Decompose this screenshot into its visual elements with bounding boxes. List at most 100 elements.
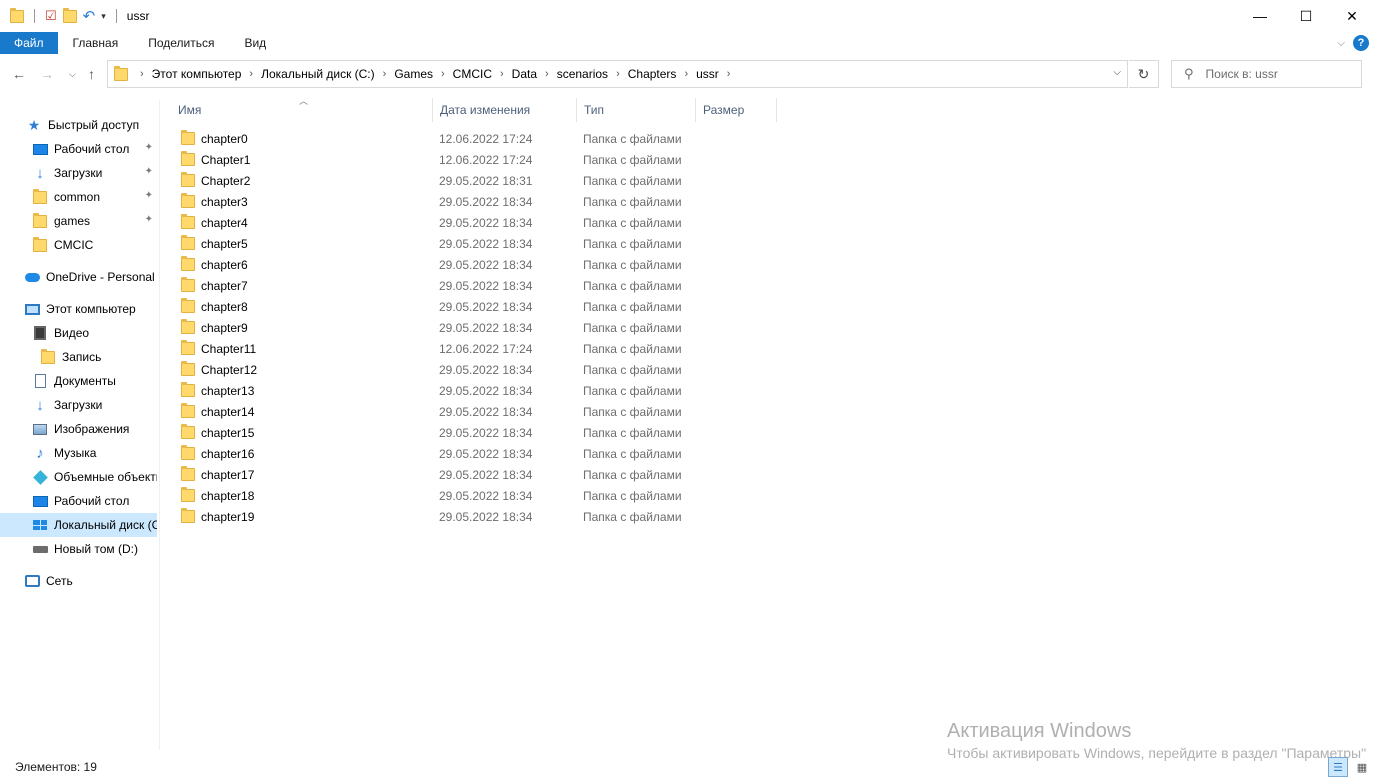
table-row[interactable]: chapter3 29.05.2022 18:34 Папка с файлами [171, 191, 691, 212]
table-row[interactable]: Chapter12 29.05.2022 18:34 Папка с файлами [171, 359, 691, 380]
search-input[interactable]: ⚲ Поиск в: ussr [1171, 60, 1362, 88]
large-icons-view-button[interactable]: ▦ [1352, 757, 1372, 777]
table-row[interactable]: chapter14 29.05.2022 18:34 Папка с файлами [171, 401, 691, 422]
pin-icon[interactable]: ✦ [145, 214, 153, 225]
sidebar-item-new-volume-d[interactable]: Новый том (D:) [0, 538, 157, 560]
pin-icon[interactable]: ✦ [145, 166, 153, 177]
help-icon[interactable]: ? [1353, 35, 1369, 51]
column-header-size[interactable]: Размер [696, 98, 777, 122]
table-row[interactable]: chapter13 29.05.2022 18:34 Папка с файлами [171, 380, 691, 401]
tab-share[interactable]: Поделиться [133, 32, 229, 54]
breadcrumb-item[interactable]: scenarios [557, 67, 608, 81]
minimize-button[interactable]: — [1237, 0, 1283, 32]
table-row[interactable]: chapter16 29.05.2022 18:34 Папка с файлами [171, 443, 691, 464]
sidebar-item-zapis[interactable]: Запись [0, 346, 157, 368]
file-type: Папка с файлами [583, 488, 682, 503]
sidebar-item-video[interactable]: Видео [0, 322, 157, 344]
sidebar-item-label: Локальный диск (C:) [54, 518, 157, 532]
properties-icon[interactable]: ☑ [45, 8, 57, 24]
folder-icon [181, 424, 195, 439]
table-row[interactable]: chapter5 29.05.2022 18:34 Папка с файлами [171, 233, 691, 254]
sidebar-item-desktop[interactable]: Рабочий стол ✦ [0, 138, 157, 160]
column-header-date[interactable]: Дата изменения [433, 98, 577, 122]
folder-icon [181, 340, 195, 355]
table-row[interactable]: chapter4 29.05.2022 18:34 Папка с файлами [171, 212, 691, 233]
table-row[interactable]: chapter8 29.05.2022 18:34 Папка с файлами [171, 296, 691, 317]
table-row[interactable]: chapter19 29.05.2022 18:34 Папка с файлами [171, 506, 691, 527]
back-icon[interactable]: ← [12, 66, 26, 82]
sidebar-item-local-disk-c[interactable]: Локальный диск (C:) [0, 513, 157, 537]
breadcrumb-separator-icon[interactable]: › [500, 68, 504, 80]
up-icon[interactable]: ↑ [88, 66, 95, 82]
tab-file[interactable]: Файл [0, 32, 58, 54]
table-row[interactable]: Chapter11 12.06.2022 17:24 Папка с файлами [171, 338, 691, 359]
breadcrumb-separator-icon[interactable]: › [383, 68, 387, 80]
sidebar-item-network[interactable]: Сеть [0, 570, 157, 592]
file-type: Папка с файлами [583, 257, 682, 272]
breadcrumb-separator-icon[interactable]: › [684, 68, 688, 80]
breadcrumb-separator-icon[interactable]: › [545, 68, 549, 80]
sidebar-item-documents[interactable]: Документы [0, 370, 157, 392]
sidebar-item-common[interactable]: common ✦ [0, 186, 157, 208]
tab-home[interactable]: Главная [58, 32, 134, 54]
breadcrumb-separator-icon[interactable]: › [441, 68, 445, 80]
sidebar-item-downloads[interactable]: ↓ Загрузки ✦ [0, 162, 157, 184]
sidebar-item-onedrive[interactable]: OneDrive - Personal [0, 266, 157, 288]
sidebar-item-downloads-pc[interactable]: ↓ Загрузки [0, 394, 157, 416]
pin-icon[interactable]: ✦ [145, 142, 153, 153]
column-header-name[interactable]: Имя [171, 98, 433, 122]
table-row[interactable]: chapter0 12.06.2022 17:24 Папка с файлами [171, 128, 691, 149]
sidebar-item-cmcic[interactable]: CMCIC [0, 234, 157, 256]
breadcrumb-separator-icon[interactable]: › [140, 68, 144, 80]
folder-icon [181, 214, 195, 229]
sidebar-item-games[interactable]: games ✦ [0, 210, 157, 232]
column-header-type[interactable]: Тип [577, 98, 696, 122]
sidebar-item-label: common [54, 190, 101, 204]
file-type: Папка с файлами [583, 362, 682, 377]
forward-icon[interactable]: → [40, 66, 54, 82]
table-row[interactable]: chapter15 29.05.2022 18:34 Папка с файлами [171, 422, 691, 443]
sidebar-item-this-pc[interactable]: Этот компьютер [0, 298, 157, 320]
file-date: 29.05.2022 18:34 [439, 194, 533, 209]
details-view-button[interactable]: ☰ [1328, 757, 1348, 777]
sidebar-item-3d-objects[interactable]: Объемные объекты [0, 466, 157, 488]
file-name-cell: chapter16 [181, 445, 254, 461]
sidebar-item-label: Рабочий стол [54, 142, 130, 156]
expand-ribbon-icon[interactable]: ⌵ [1337, 38, 1345, 49]
recent-locations-icon[interactable]: ⌵ [69, 69, 76, 80]
table-row[interactable]: Chapter1 12.06.2022 17:24 Папка с файлами [171, 149, 691, 170]
refresh-button[interactable]: ↻ [1129, 60, 1159, 88]
table-row[interactable]: Chapter2 29.05.2022 18:31 Папка с файлами [171, 170, 691, 191]
undo-icon[interactable]: ↶ [83, 7, 96, 25]
breadcrumb-item[interactable]: Games [394, 67, 433, 81]
maximize-button[interactable]: ☐ [1283, 0, 1329, 32]
breadcrumb-item[interactable]: Этот компьютер [152, 67, 242, 81]
breadcrumb-item[interactable]: Data [512, 67, 537, 81]
sidebar-item-pictures[interactable]: Изображения [0, 418, 157, 440]
breadcrumb-item[interactable]: Chapters [628, 67, 677, 81]
close-button[interactable]: ✕ [1329, 0, 1375, 32]
sidebar-item-music[interactable]: ♪ Музыка [0, 442, 157, 464]
customize-toolbar-icon[interactable]: ▾ [101, 11, 106, 22]
address-bar[interactable]: › Этот компьютер › Локальный диск (C:) ›… [107, 60, 1128, 88]
table-row[interactable]: chapter18 29.05.2022 18:34 Папка с файлами [171, 485, 691, 506]
table-row[interactable]: chapter17 29.05.2022 18:34 Папка с файлами [171, 464, 691, 485]
breadcrumb-separator-icon[interactable]: › [249, 68, 253, 80]
sidebar-item-label: Музыка [54, 446, 97, 460]
breadcrumb-separator-icon[interactable]: › [727, 68, 731, 80]
new-folder-icon[interactable] [62, 7, 77, 23]
table-row[interactable]: chapter9 29.05.2022 18:34 Папка с файлами [171, 317, 691, 338]
pin-icon[interactable]: ✦ [145, 190, 153, 201]
breadcrumb-item[interactable]: Локальный диск (C:) [261, 67, 375, 81]
sidebar-item-desktop-pc[interactable]: Рабочий стол [0, 490, 157, 512]
breadcrumb-separator-icon[interactable]: › [616, 68, 620, 80]
toolbar-separator [115, 9, 117, 23]
address-history-icon[interactable]: ⌵ [1113, 67, 1121, 78]
table-row[interactable]: chapter7 29.05.2022 18:34 Папка с файлами [171, 275, 691, 296]
tab-view[interactable]: Вид [229, 32, 281, 54]
breadcrumb-item[interactable]: CMCIC [453, 67, 492, 81]
activation-watermark-title: Активация Windows [947, 720, 1132, 742]
sidebar-item-quick-access[interactable]: ★ Быстрый доступ [0, 114, 157, 136]
table-row[interactable]: chapter6 29.05.2022 18:34 Папка с файлами [171, 254, 691, 275]
breadcrumb-item[interactable]: ussr [696, 67, 719, 81]
